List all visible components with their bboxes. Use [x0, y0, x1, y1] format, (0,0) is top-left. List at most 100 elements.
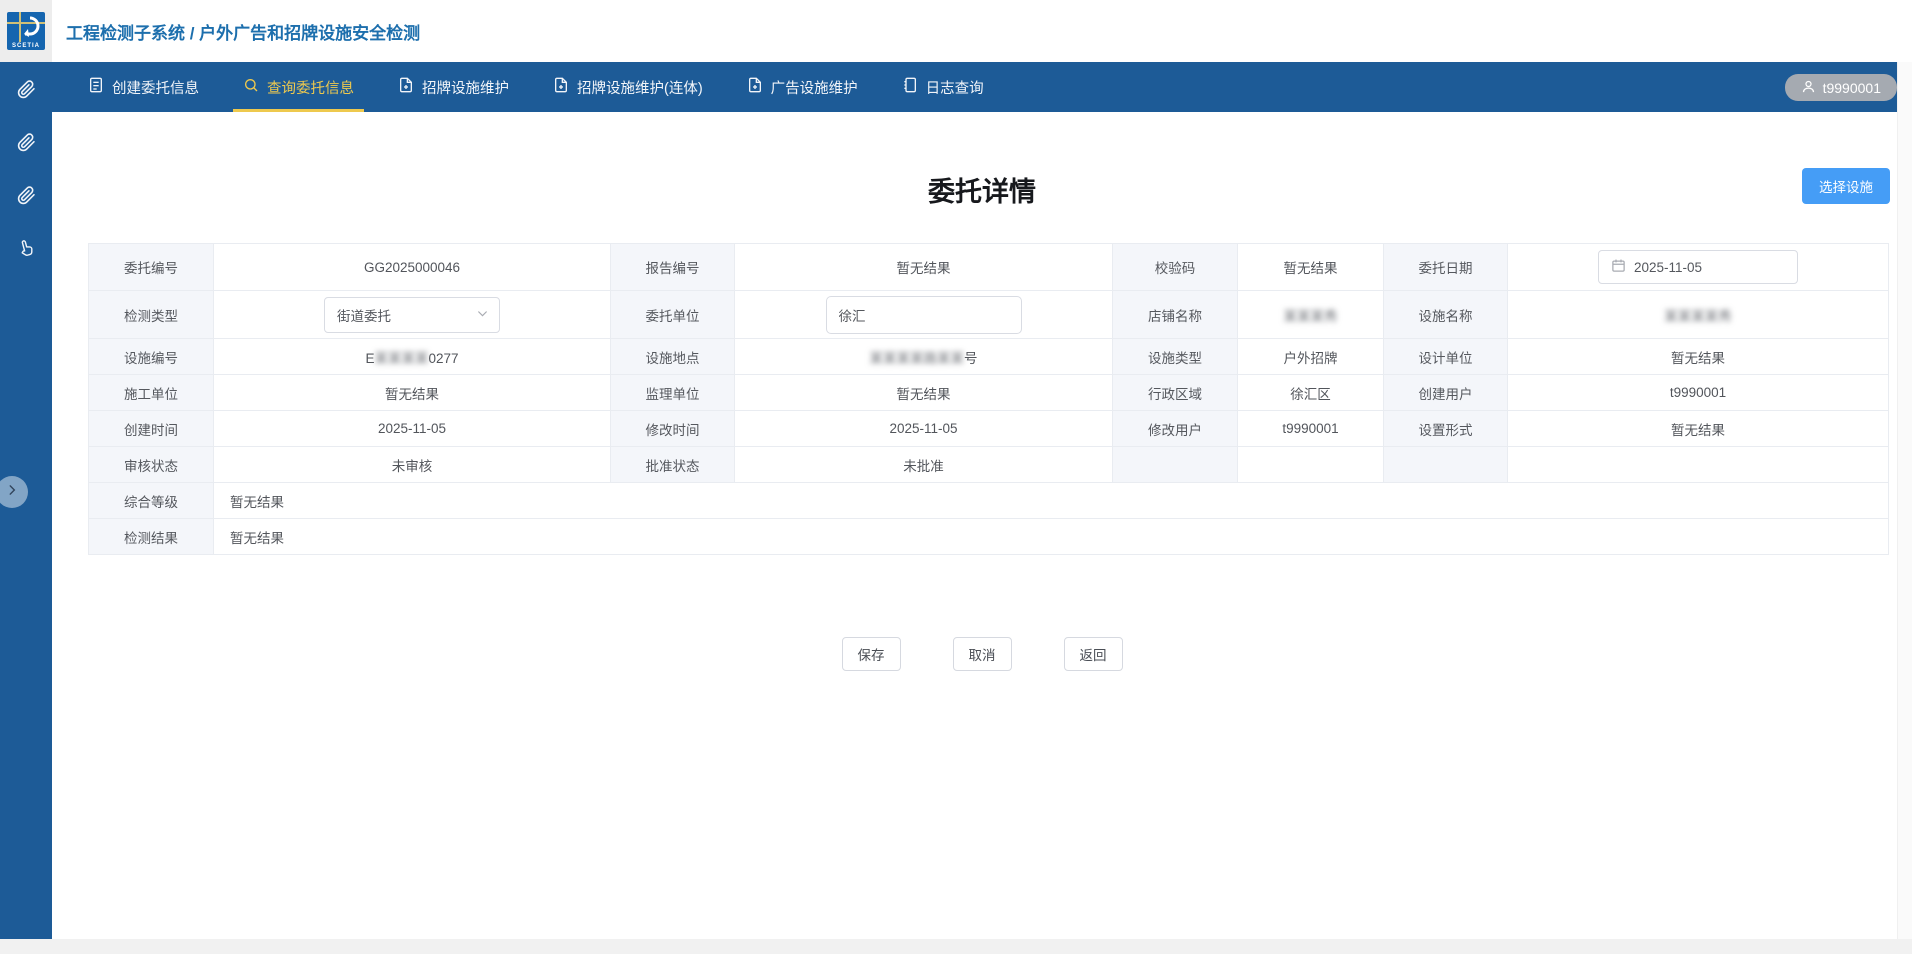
- table-row: 创建时间 2025-11-05 修改时间 2025-11-05 修改用户 t99…: [88, 410, 1889, 447]
- tab-label: 招牌设施维护(连体): [577, 80, 703, 97]
- tab-query-commission[interactable]: 查询委托信息: [227, 62, 370, 112]
- client-unit-label: 委托单位: [610, 290, 735, 339]
- empty-value-cell: [1507, 446, 1889, 483]
- inspection-type-label: 检测类型: [88, 290, 214, 339]
- table-row: 施工单位 暂无结果 监理单位 暂无结果 行政区域 徐汇区 创建用户 t99900…: [88, 374, 1889, 411]
- report-no-label: 报告编号: [610, 243, 735, 291]
- create-user-value: t9990001: [1507, 374, 1889, 411]
- modify-user-value: t9990001: [1237, 410, 1384, 447]
- commission-date-input[interactable]: 2025-11-05: [1598, 250, 1798, 284]
- paperclip-icon[interactable]: [15, 184, 37, 206]
- logo-text: SCETIA: [11, 43, 40, 49]
- cancel-button[interactable]: 取消: [952, 637, 1012, 671]
- tab-label: 招牌设施维护: [422, 80, 509, 97]
- file-plus-icon: [553, 77, 569, 97]
- tab-create-commission[interactable]: 创建委托信息: [72, 62, 215, 112]
- tab-sign-facility-maintenance[interactable]: 招牌设施维护: [382, 62, 525, 112]
- report-no-value: 暂无结果: [734, 243, 1113, 291]
- tab-log-query[interactable]: 日志查询: [886, 62, 1000, 112]
- check-code-label: 校验码: [1112, 243, 1238, 291]
- back-button[interactable]: 返回: [1063, 637, 1123, 671]
- empty-value-cell: [1237, 446, 1384, 483]
- file-plus-icon: [398, 77, 414, 97]
- client-unit-cell: [734, 290, 1113, 339]
- facility-no-label: 设施编号: [88, 338, 214, 375]
- tab-label: 创建委托信息: [112, 80, 199, 97]
- tab-label: 日志查询: [925, 80, 984, 97]
- chevron-down-icon: [476, 307, 489, 323]
- vertical-scrollbar[interactable]: [1897, 62, 1912, 939]
- overall-grade-label: 综合等级: [88, 482, 214, 519]
- paperclip-icon[interactable]: [15, 78, 37, 100]
- review-status-value: 未审核: [213, 446, 611, 483]
- horizontal-scrollbar[interactable]: [0, 939, 1912, 954]
- document-icon: [88, 77, 104, 97]
- sidebar-expand-button[interactable]: [0, 476, 28, 508]
- supervision-unit-label: 监理单位: [610, 374, 735, 411]
- scetia-logo-icon: SCETIA: [7, 12, 45, 50]
- construction-unit-value: 暂无结果: [213, 374, 611, 411]
- shop-name-label: 店铺名称: [1112, 290, 1238, 339]
- person-icon: [1801, 79, 1816, 97]
- empty-label-cell: [1383, 446, 1508, 483]
- facility-location-label: 设施地点: [610, 338, 735, 375]
- inspection-result-value: 暂无结果: [213, 518, 1889, 555]
- commission-no-label: 委托编号: [88, 243, 214, 291]
- chevron-right-icon: [5, 483, 19, 502]
- save-button[interactable]: 保存: [841, 637, 901, 671]
- app-title: 工程检测子系统 / 户外广告和招牌设施安全检测: [66, 23, 421, 43]
- main-content: 选择设施 委托详情 委托编号 GG2025000046 报告编号 暂无结果 校验…: [52, 112, 1912, 954]
- create-time-value: 2025-11-05: [213, 410, 611, 447]
- modify-time-value: 2025-11-05: [734, 410, 1113, 447]
- inspection-type-cell: 街道委托: [213, 290, 611, 339]
- facility-type-label: 设施类型: [1112, 338, 1238, 375]
- facility-no-value: E某某某某0277: [213, 338, 611, 375]
- modify-time-label: 修改时间: [610, 410, 735, 447]
- paperclip-icon[interactable]: [15, 131, 37, 153]
- inspection-type-selected: 街道委托: [337, 308, 391, 324]
- table-row: 委托编号 GG2025000046 报告编号 暂无结果 校验码 暂无结果 委托日…: [88, 243, 1889, 291]
- district-label: 行政区域: [1112, 374, 1238, 411]
- supervision-unit-value: 暂无结果: [734, 374, 1113, 411]
- review-status-label: 审核状态: [88, 446, 214, 483]
- approval-status-label: 批准状态: [610, 446, 735, 483]
- tab-ad-facility-maintenance[interactable]: 广告设施维护: [731, 62, 874, 112]
- commission-detail-table: 委托编号 GG2025000046 报告编号 暂无结果 校验码 暂无结果 委托日…: [88, 243, 1889, 555]
- table-row: 检测结果 暂无结果: [88, 518, 1889, 555]
- hand-pointer-icon[interactable]: [13, 235, 40, 262]
- log-book-icon: [902, 77, 918, 97]
- action-buttons: 保存 取消 返回: [52, 637, 1912, 671]
- page-title: 委托详情: [928, 177, 1036, 207]
- approval-status-value: 未批准: [734, 446, 1113, 483]
- design-unit-value: 暂无结果: [1507, 338, 1889, 375]
- commission-date-value: 2025-11-05: [1634, 259, 1703, 275]
- calendar-icon: [1611, 258, 1626, 276]
- commission-no-value: GG2025000046: [213, 243, 611, 291]
- design-unit-label: 设计单位: [1383, 338, 1508, 375]
- facility-type-value: 户外招牌: [1237, 338, 1384, 375]
- setup-form-label: 设置形式: [1383, 410, 1508, 447]
- modify-user-label: 修改用户: [1112, 410, 1238, 447]
- create-time-label: 创建时间: [88, 410, 214, 447]
- construction-unit-label: 施工单位: [88, 374, 214, 411]
- create-user-label: 创建用户: [1383, 374, 1508, 411]
- empty-label-cell: [1112, 446, 1238, 483]
- app-logo: SCETIA: [0, 0, 52, 62]
- table-row: 设施编号 E某某某某0277 设施地点 某某某某路某某号 设施类型 户外招牌 设…: [88, 338, 1889, 375]
- select-facility-button[interactable]: 选择设施: [1802, 168, 1890, 204]
- commission-date-cell: 2025-11-05: [1507, 243, 1889, 291]
- search-icon: [243, 77, 259, 97]
- tab-sign-facility-maintenance-joined[interactable]: 招牌设施维护(连体): [537, 62, 719, 112]
- tab-label: 查询委托信息: [267, 80, 354, 97]
- tab-label: 广告设施维护: [770, 80, 858, 97]
- file-plus-icon: [747, 77, 763, 97]
- client-unit-input[interactable]: [825, 295, 1022, 334]
- facility-location-value: 某某某某路某某号: [734, 338, 1113, 375]
- inspection-result-label: 检测结果: [88, 518, 214, 555]
- facility-name-value: 某某某某秀: [1507, 290, 1889, 339]
- top-header: SCETIA 工程检测子系统 / 户外广告和招牌设施安全检测: [0, 0, 1912, 62]
- overall-grade-value: 暂无结果: [213, 482, 1889, 519]
- user-badge[interactable]: t9990001: [1784, 74, 1897, 101]
- district-value: 徐汇区: [1237, 374, 1384, 411]
- inspection-type-select[interactable]: 街道委托: [324, 296, 500, 333]
